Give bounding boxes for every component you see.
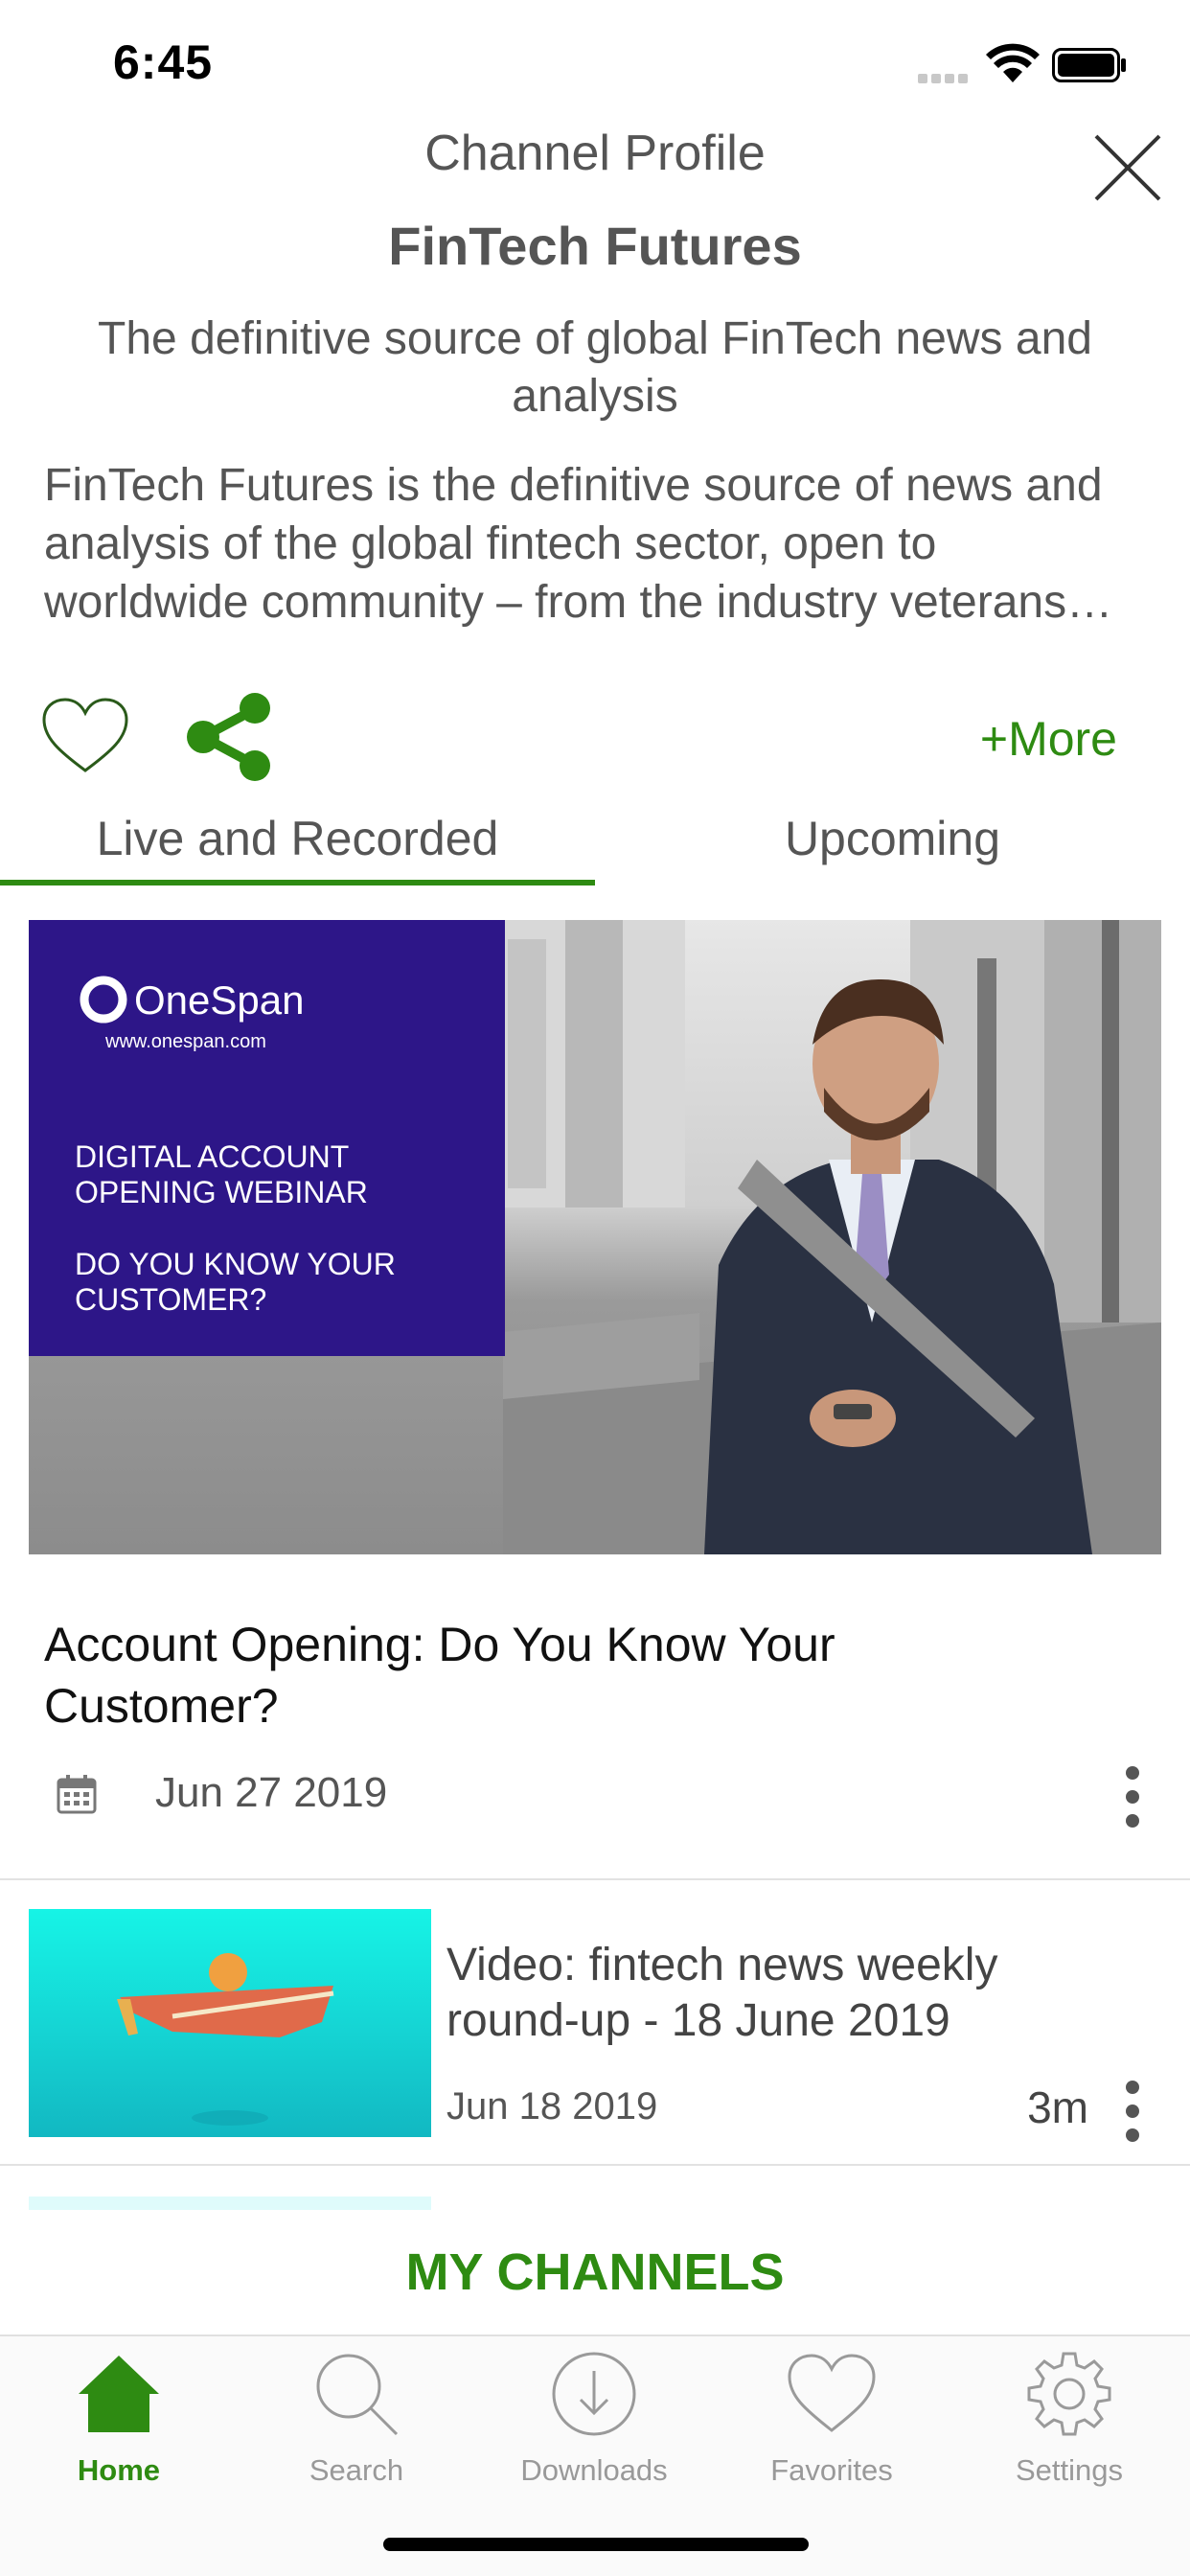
home-icon [79,2356,159,2432]
image-headline-line-1: DIGITAL ACCOUNT [75,1139,349,1174]
download-icon [552,2352,636,2436]
video-date: Jun 18 2019 [446,2085,658,2128]
tab-downloads-label: Downloads [520,2453,668,2487]
gear-icon [1027,2352,1111,2436]
tab-settings-label: Settings [1015,2453,1123,2487]
featured-thumbnail[interactable]: OneSpan www.onespan.com DIGITAL ACCOUNT … [29,920,1161,1554]
status-bar: 6:45 [0,0,1190,125]
channel-tagline: The definitive source of global FinTech … [98,313,1092,422]
tab-favorites-label: Favorites [770,2453,893,2487]
home-indicator [383,2538,809,2551]
tab-indicator [0,880,595,886]
more-options-icon[interactable] [1113,1763,1152,1830]
heart-icon[interactable] [40,696,130,776]
more-options-icon[interactable] [1113,2078,1152,2145]
more-button[interactable]: +More [980,711,1117,767]
image-headline-line-3: DO YOU KNOW YOUR [75,1247,396,1281]
image-headline-line-4: CUSTOMER? [75,1282,266,1317]
wifi-icon [986,43,1040,82]
content-tabs: Live and Recorded Upcoming [0,805,1190,891]
featured-thumbnail-art: OneSpan www.onespan.com DIGITAL ACCOUNT … [29,920,1161,1554]
tab-home-label: Home [77,2453,161,2487]
heart-icon [788,2354,876,2432]
divider [0,2164,1190,2166]
divider [0,1878,1190,1880]
search-icon [316,2354,399,2436]
video-duration: 3m [1027,2082,1088,2132]
tab-downloads[interactable]: Downloads [475,2348,713,2492]
tab-search-label: Search [309,2453,404,2487]
share-icon[interactable] [184,692,276,782]
tab-live-and-recorded[interactable]: Live and Recorded [0,805,595,891]
video-thumbnail-art [117,1953,334,2126]
tab-search[interactable]: Search [238,2348,475,2492]
video-thumbnail[interactable] [29,1909,431,2137]
video-title[interactable]: Video: fintech news weekly round-up - 18… [446,1938,1041,2049]
battery-icon [1052,48,1126,82]
channel-name: FinTech Futures [388,216,802,276]
featured-title[interactable]: Account Opening: Do You Know Your Custom… [44,1614,906,1736]
my-channels-button[interactable]: MY CHANNELS [0,2210,1190,2334]
brand-name: OneSpan [134,978,304,1023]
status-time: 6:45 [113,35,214,89]
next-item-thumbnail [29,2196,431,2210]
brand-url: www.onespan.com [104,1031,266,1052]
page-title: Channel Profile [424,126,766,181]
tab-home[interactable]: Home [0,2348,238,2492]
calendar-icon [57,1775,97,1814]
image-headline-line-2: OPENING WEBINAR [75,1175,368,1209]
tab-favorites[interactable]: Favorites [713,2348,950,2492]
channel-description: FinTech Futures is the definitive source… [44,460,1113,628]
close-icon[interactable] [1087,126,1169,209]
tab-upcoming[interactable]: Upcoming [595,805,1190,891]
cellular-signal-icon [918,71,975,83]
featured-date: Jun 27 2019 [155,1769,388,1816]
tab-settings[interactable]: Settings [950,2348,1188,2492]
